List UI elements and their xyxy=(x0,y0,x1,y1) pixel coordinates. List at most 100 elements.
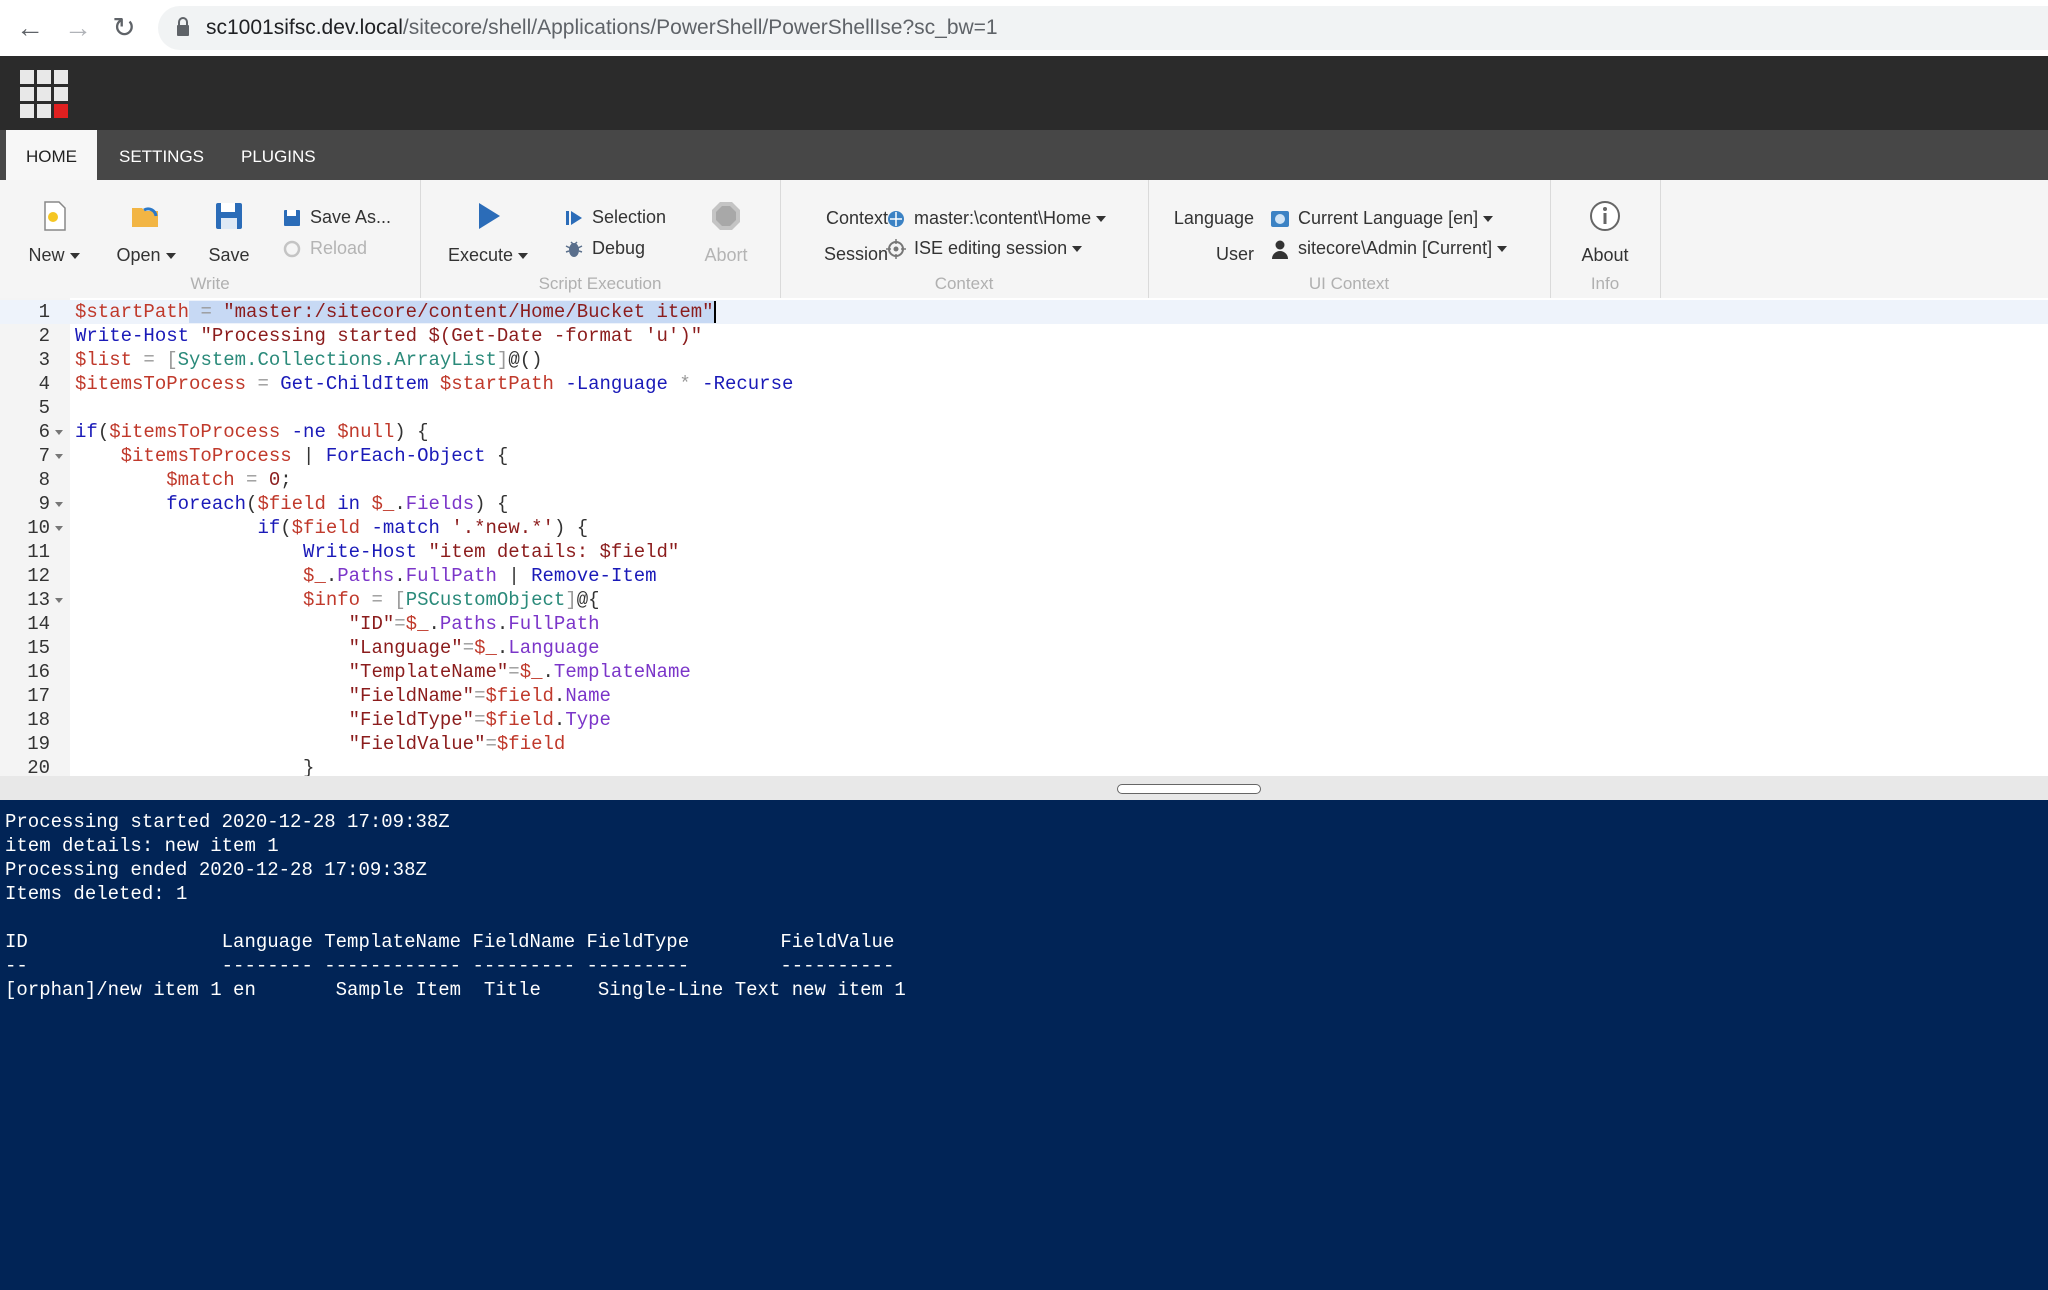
selection-button[interactable]: Selection xyxy=(564,207,666,228)
sitecore-logo-icon[interactable] xyxy=(20,70,68,118)
new-button[interactable]: New xyxy=(20,200,88,266)
fold-arrow-icon[interactable] xyxy=(55,454,63,459)
code-line[interactable]: 7 $itemsToProcess | ForEach-Object { xyxy=(0,444,2048,468)
back-arrow-icon[interactable]: ← xyxy=(12,10,48,46)
code-line[interactable]: 17 "FieldName"=$field.Name xyxy=(0,684,2048,708)
console-line: Processing ended 2020-12-28 17:09:38Z xyxy=(5,859,427,881)
code-text: $_.Paths.FullPath | Remove-Item xyxy=(303,565,657,587)
pane-splitter[interactable] xyxy=(0,776,2048,800)
selection-label: Selection xyxy=(592,207,667,227)
fold-arrow-icon[interactable] xyxy=(55,598,63,603)
code-line[interactable]: 2 Write-Host "Processing started $(Get-D… xyxy=(0,324,2048,348)
line-number: 17 xyxy=(27,685,50,707)
code-line[interactable]: 14 "ID"=$_.Paths.FullPath xyxy=(0,612,2048,636)
code-line[interactable]: 6 if($itemsToProcess -ne $null) { xyxy=(0,420,2048,444)
session-label: Session xyxy=(823,244,888,264)
line-number: 5 xyxy=(38,397,50,419)
about-label: About xyxy=(1581,245,1629,265)
chevron-down-icon xyxy=(69,253,80,260)
session-dropdown[interactable]: ISE editing session xyxy=(886,238,1083,260)
splitter-grip[interactable] xyxy=(1117,784,1261,794)
fold-arrow-icon[interactable] xyxy=(55,430,63,435)
console-table-row: [orphan]/new item 1 en Sample Item Title… xyxy=(5,979,906,1001)
abort-button[interactable]: Abort xyxy=(696,200,756,266)
code-line[interactable]: 4 $itemsToProcess = Get-ChildItem $start… xyxy=(0,372,2048,396)
about-button[interactable]: About xyxy=(1570,200,1640,266)
code-text: "FieldType"=$field.Type xyxy=(348,709,611,731)
ribbon-tabs: HOME SETTINGS PLUGINS xyxy=(0,130,2048,180)
abort-label: Abort xyxy=(704,245,748,265)
new-file-icon xyxy=(44,201,66,231)
code-line[interactable]: 3 $list = [System.Collections.ArrayList]… xyxy=(0,348,2048,372)
language-dropdown[interactable]: Current Language [en] xyxy=(1270,208,1494,229)
line-number: 20 xyxy=(27,757,50,776)
code-line[interactable]: 5 xyxy=(0,396,2048,420)
line-number: 8 xyxy=(38,469,50,491)
forward-arrow-icon[interactable]: → xyxy=(60,10,96,46)
code-line[interactable]: 18 "FieldType"=$field.Type xyxy=(0,708,2048,732)
address-bar[interactable]: sc1001sifsc.dev.local/sitecore/shell/App… xyxy=(158,6,2048,50)
line-number: 9 xyxy=(38,493,50,515)
ui-context-group-label: UI Context xyxy=(1308,274,1390,293)
line-number: 19 xyxy=(27,733,50,755)
line-number: 11 xyxy=(27,541,50,563)
content-tree-icon xyxy=(888,211,904,228)
output-console[interactable]: Processing started 2020-12-28 17:09:38Z … xyxy=(0,800,2048,1290)
code-text: "Language"=$_.Language xyxy=(348,637,600,659)
code-text: $itemsToProcess | ForEach-Object { xyxy=(120,445,509,467)
execute-label: Execute xyxy=(447,245,514,265)
app-header xyxy=(0,56,2048,130)
save-as-button[interactable]: Save As... xyxy=(282,207,391,228)
line-number: 4 xyxy=(38,373,50,395)
code-line[interactable]: 8 $match = 0; xyxy=(0,468,2048,492)
tab-settings[interactable]: SETTINGS xyxy=(99,130,224,180)
info-icon xyxy=(1590,201,1620,231)
user-label: User xyxy=(1215,244,1254,264)
debug-label: Debug xyxy=(592,238,646,258)
user-dropdown[interactable]: sitecore\Admin [Current] xyxy=(1270,238,1508,260)
debug-button[interactable]: Debug xyxy=(564,238,645,259)
tab-plugins[interactable]: PLUGINS xyxy=(221,130,336,180)
chevron-down-icon xyxy=(1483,216,1494,223)
code-text: "FieldName"=$field.Name xyxy=(348,685,611,707)
open-button[interactable]: Open xyxy=(108,200,184,266)
code-line[interactable]: 1 $startPath = "master:/sitecore/content… xyxy=(0,300,2048,324)
globe-language-icon xyxy=(1271,211,1289,228)
console-line: Items deleted: 1 xyxy=(5,883,188,905)
tab-home[interactable]: HOME xyxy=(6,130,97,180)
code-line[interactable]: 9 foreach($field in $_.Fields) { xyxy=(0,492,2048,516)
execute-button[interactable]: Execute xyxy=(446,200,530,266)
code-text: $match = 0; xyxy=(166,469,292,491)
fold-arrow-icon[interactable] xyxy=(55,502,63,507)
code-line[interactable]: 13 $info = [PSCustomObject]@{ xyxy=(0,588,2048,612)
code-line[interactable]: 20 } xyxy=(0,756,2048,776)
reload-button[interactable]: Reload xyxy=(282,238,367,259)
line-number: 3 xyxy=(38,349,50,371)
line-number: 15 xyxy=(27,637,50,659)
fold-arrow-icon[interactable] xyxy=(55,526,63,531)
code-text: foreach($field in $_.Fields) { xyxy=(166,493,509,515)
code-line[interactable]: 15 "Language"=$_.Language xyxy=(0,636,2048,660)
save-button[interactable]: Save xyxy=(204,200,254,266)
code-line[interactable]: 12 $_.Paths.FullPath | Remove-Item xyxy=(0,564,2048,588)
code-text: Write-Host "Processing started $(Get-Dat… xyxy=(75,325,703,347)
code-line[interactable]: 19 "FieldValue"=$field xyxy=(0,732,2048,756)
save-as-icon xyxy=(284,210,300,227)
line-number: 2 xyxy=(38,325,50,347)
stop-icon xyxy=(712,202,740,230)
open-folder-icon xyxy=(132,207,158,227)
run-selection-icon xyxy=(566,211,582,226)
line-number: 10 xyxy=(27,517,50,539)
reload-icon[interactable]: ↻ xyxy=(106,10,142,46)
script-editor[interactable]: 1 $startPath = "master:/sitecore/content… xyxy=(0,298,2048,776)
code-text: $itemsToProcess = Get-ChildItem $startPa… xyxy=(75,373,794,395)
context-dropdown[interactable]: master:\content\Home xyxy=(886,208,1107,229)
write-group: New Open Save Save As... Reload Write xyxy=(0,180,421,298)
save-disk-icon xyxy=(216,203,242,229)
script-execution-group-label: Script Execution xyxy=(538,274,662,293)
open-label: Open xyxy=(116,245,161,265)
code-line[interactable]: 10 if($field -match '.*new.*') { xyxy=(0,516,2048,540)
code-text: } xyxy=(303,757,315,776)
code-line[interactable]: 16 "TemplateName"=$_.TemplateName xyxy=(0,660,2048,684)
code-line[interactable]: 11 Write-Host "item details: $field" xyxy=(0,540,2048,564)
